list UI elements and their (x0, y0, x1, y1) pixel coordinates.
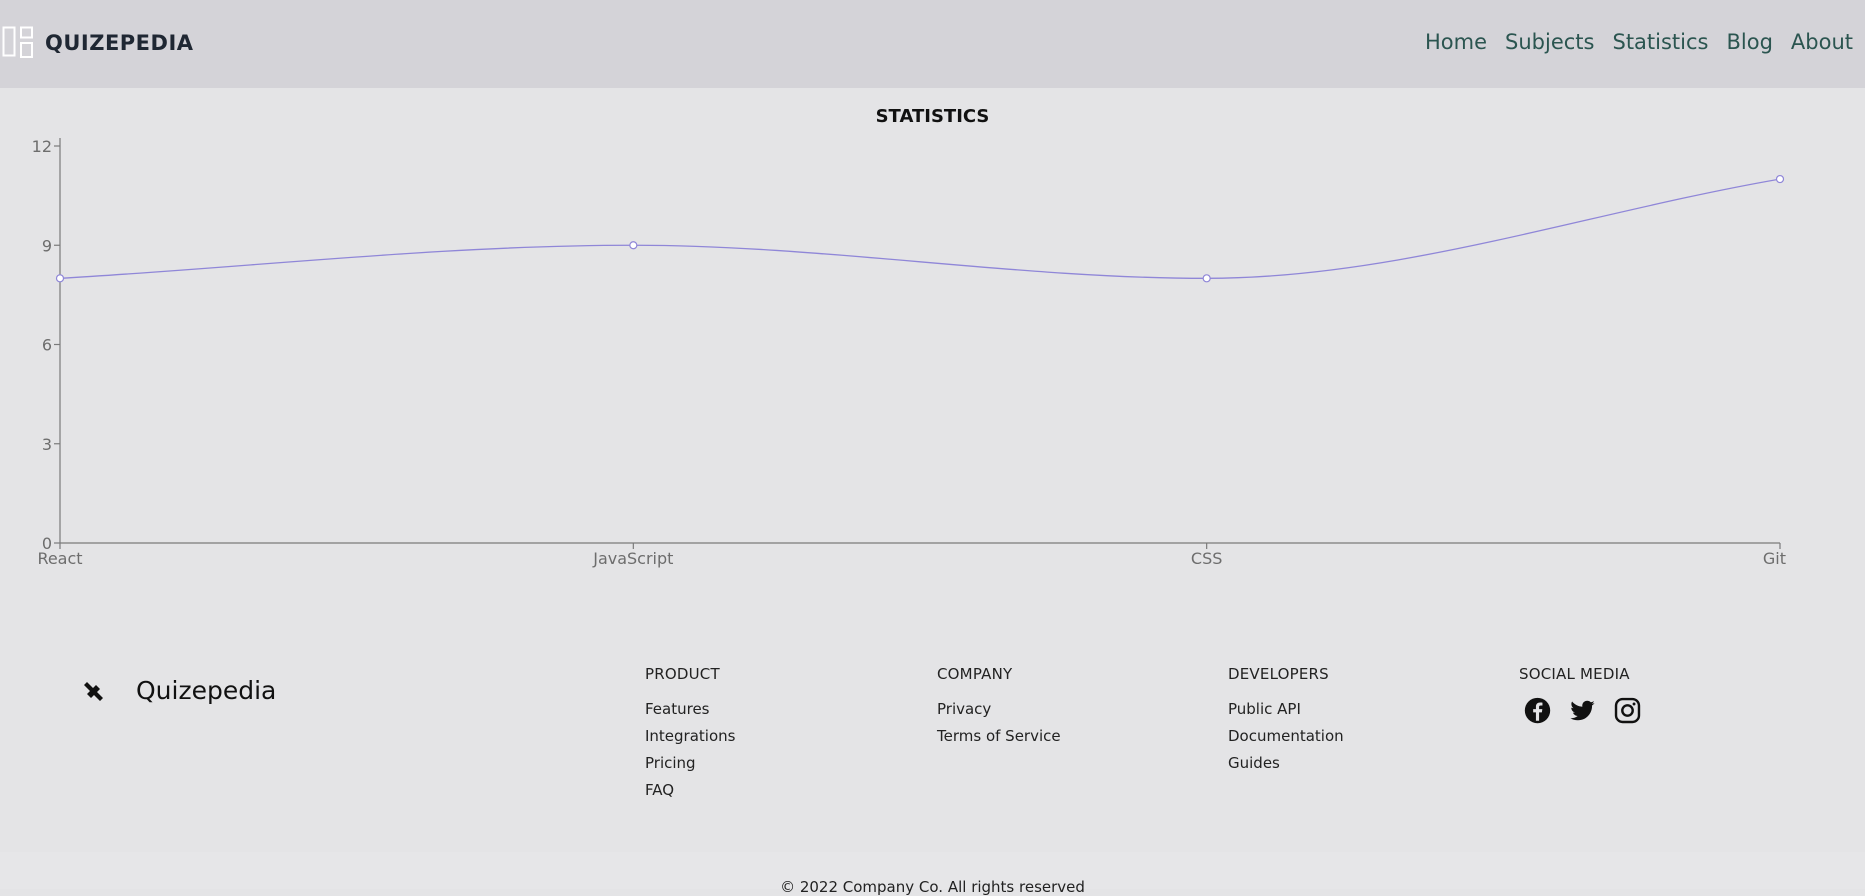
puzzle-logo-icon (84, 681, 103, 701)
data-point (55, 274, 65, 283)
series-line (59, 178, 1781, 279)
y-tick-label: 9 (42, 236, 52, 255)
x-tick-label: JavaScript (592, 549, 673, 568)
footer-link-public-api[interactable]: Public API (1228, 700, 1344, 727)
footer-link-features[interactable]: Features (645, 700, 735, 727)
footer-column-title: SOCIAL MEDIA (1519, 665, 1630, 683)
footer-column-title: COMPANY (937, 665, 1013, 683)
twitter-icon[interactable] (1568, 696, 1597, 725)
social-links (1523, 696, 1642, 725)
footer-column-social: SOCIAL MEDIA (1519, 665, 1642, 725)
footer-column-title: PRODUCT (645, 665, 720, 683)
footer-link-faq[interactable]: FAQ (645, 781, 735, 808)
footer-link-integrations[interactable]: Integrations (645, 727, 735, 754)
footer-column-company: COMPANY Privacy Terms of Service (937, 665, 1061, 754)
footer-link-terms[interactable]: Terms of Service (937, 727, 1061, 754)
x-tick-label: Git (1763, 549, 1786, 568)
footer-logo[interactable]: Quizepedia (84, 676, 276, 705)
footer-column-developers: DEVELOPERS Public API Documentation Guid… (1228, 665, 1344, 781)
y-tick-label: 12 (32, 137, 52, 156)
statistics-line-chart: 036912React JavaScript CSS Git (32, 137, 1786, 568)
footer-column-product: PRODUCT Features Integrations Pricing FA… (645, 665, 735, 808)
x-tick-label: CSS (1191, 549, 1222, 568)
x-tick-label: React (37, 549, 82, 568)
footer-link-privacy[interactable]: Privacy (937, 700, 1061, 727)
data-point (629, 241, 638, 250)
footer-link-guides[interactable]: Guides (1228, 754, 1344, 781)
footer-link-pricing[interactable]: Pricing (645, 754, 735, 781)
data-point (1775, 174, 1785, 184)
instagram-icon[interactable] (1613, 696, 1642, 725)
y-tick-label: 6 (42, 336, 52, 355)
data-point (1202, 274, 1211, 283)
copyright-text: © 2022 Company Co. All rights reserved (780, 878, 1085, 896)
facebook-icon[interactable] (1523, 696, 1552, 725)
footer-column-title: DEVELOPERS (1228, 665, 1329, 683)
y-tick-label: 3 (42, 435, 52, 454)
footer-brand-name: Quizepedia (136, 676, 277, 705)
footer-link-documentation[interactable]: Documentation (1228, 727, 1344, 754)
